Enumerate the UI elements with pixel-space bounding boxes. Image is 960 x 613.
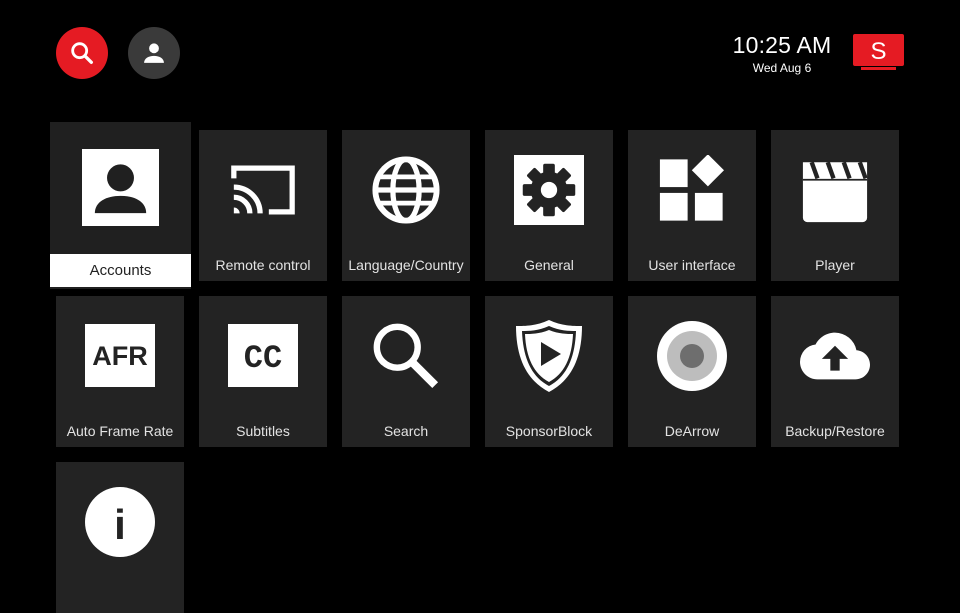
tile-label: General xyxy=(524,257,574,273)
tile-label: Backup/Restore xyxy=(785,423,885,439)
globe-icon xyxy=(371,155,441,225)
tile-label: Subtitles xyxy=(236,423,290,439)
tile-label: Auto Frame Rate xyxy=(66,423,174,439)
cast-icon xyxy=(228,155,298,225)
sponsorblock-icon xyxy=(514,318,584,394)
closed-caption-icon: CC xyxy=(228,324,298,387)
tile-label: DeArrow xyxy=(664,423,720,439)
cc-icon-text: CC xyxy=(244,340,282,377)
tile-accounts[interactable]: Accounts xyxy=(50,122,191,289)
dearrow-icon xyxy=(657,321,727,391)
tile-user-interface[interactable]: User interface xyxy=(628,130,756,281)
tile-player[interactable]: Player xyxy=(771,130,899,281)
clock-time: 10:25 AM xyxy=(732,32,832,58)
magnifier-icon xyxy=(371,321,441,391)
brand-letter: S xyxy=(870,38,886,65)
tile-search[interactable]: Search xyxy=(342,296,470,447)
tile-remote-control[interactable]: Remote control xyxy=(199,130,327,281)
tile-about[interactable]: i xyxy=(56,462,184,613)
search-button[interactable] xyxy=(56,27,108,79)
afr-icon: AFR xyxy=(85,324,155,387)
profile-button[interactable] xyxy=(128,27,180,79)
info-icon-text: i xyxy=(114,501,126,548)
clapperboard-icon xyxy=(800,155,870,225)
tile-label: User interface xyxy=(648,257,736,273)
cloud-upload-icon xyxy=(800,321,870,391)
tile-auto-frame-rate[interactable]: AFR Auto Frame Rate xyxy=(56,296,184,447)
afr-icon-text: AFR xyxy=(92,341,148,371)
gear-icon xyxy=(514,155,584,225)
clock: 10:25 AM Wed Aug 6 xyxy=(718,32,846,76)
info-icon: i xyxy=(85,487,155,557)
tile-backup-restore[interactable]: Backup/Restore xyxy=(771,296,899,447)
tile-label: Remote control xyxy=(215,257,311,273)
widgets-icon xyxy=(657,155,727,225)
tile-subtitles[interactable]: CC Subtitles xyxy=(199,296,327,447)
tile-general[interactable]: General xyxy=(485,130,613,281)
clock-date: Wed Aug 6 xyxy=(752,61,812,75)
tile-label: Accounts xyxy=(50,254,191,287)
tile-dearrow[interactable]: DeArrow xyxy=(628,296,756,447)
brand-logo-icon: S xyxy=(853,34,904,70)
account-circle-icon xyxy=(144,43,164,63)
tile-label: Player xyxy=(815,257,855,273)
tile-label: Language/Country xyxy=(348,257,464,273)
tile-language-country[interactable]: Language/Country xyxy=(342,130,470,281)
tile-label: Search xyxy=(383,423,429,439)
account-icon xyxy=(82,149,159,226)
tile-label: SponsorBlock xyxy=(505,423,593,439)
tile-sponsorblock[interactable]: SponsorBlock xyxy=(485,296,613,447)
search-icon xyxy=(71,42,93,64)
